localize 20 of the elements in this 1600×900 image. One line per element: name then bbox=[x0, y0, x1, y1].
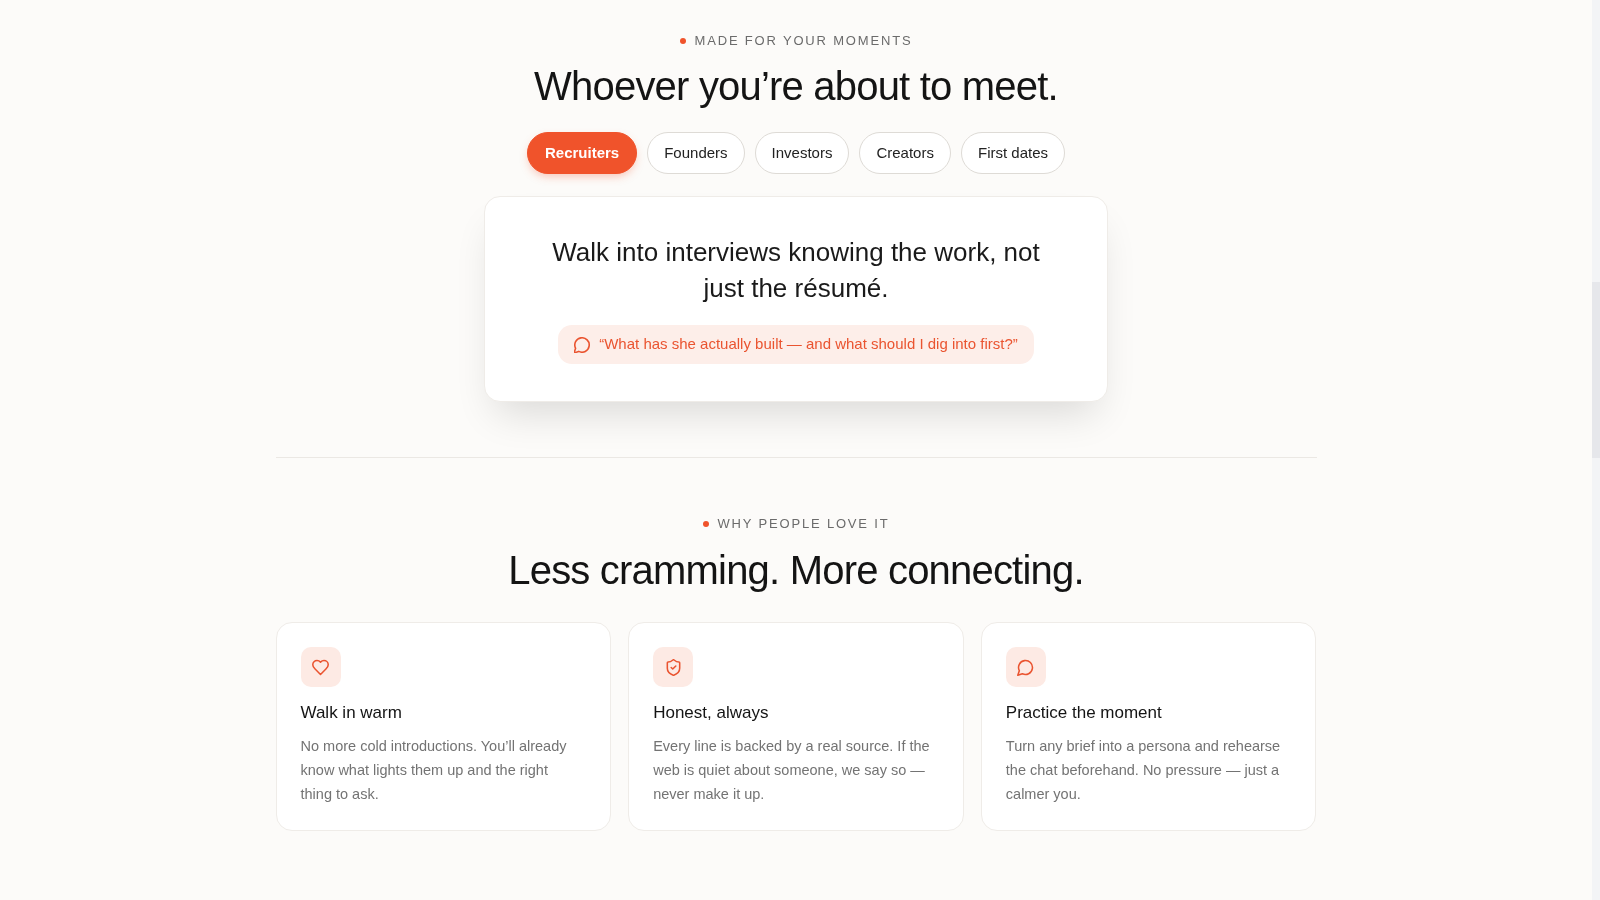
feature-description: Turn any brief into a persona and rehearse the chat beforehand. No pressure — just a calmer you. bbox=[1005, 737, 1282, 804]
audience-tab[interactable]: Founders bbox=[647, 132, 745, 174]
section-heading: Whoever you’re about to meet. bbox=[534, 63, 1058, 110]
audience-tab[interactable]: Investors bbox=[754, 132, 850, 174]
quote-text: “What has she actually built — and what should I dig into first?” bbox=[599, 334, 1018, 355]
section-heading: Less cramming. More connecting. bbox=[508, 547, 1084, 594]
shield-check-icon bbox=[653, 647, 694, 687]
feature-description: No more cold introductions. You’ll already know what lights them up and the right thing to ask. bbox=[300, 737, 568, 804]
feature-title: Practice the moment bbox=[1005, 702, 1162, 724]
section-eyebrow: MADE FOR YOUR MOMENTS bbox=[694, 33, 913, 49]
audience-tab[interactable]: Recruiters bbox=[527, 132, 638, 174]
scenario-headline: Walk into interviews knowing the work, not just the résumé. bbox=[551, 236, 1041, 305]
feature-description: Every line is backed by a real source. If the web is quiet about someone, we say so — never make it up. bbox=[653, 737, 931, 804]
audience-tab[interactable]: First dates bbox=[960, 132, 1065, 174]
chat-bubble-icon bbox=[1005, 647, 1046, 687]
feature-title: Honest, always bbox=[653, 702, 769, 724]
feature-title: Walk in warm bbox=[300, 702, 402, 724]
audience-tab[interactable]: Creators bbox=[859, 132, 951, 174]
section-eyebrow: WHY PEOPLE LOVE IT bbox=[717, 516, 890, 532]
chat-bubble-icon bbox=[574, 336, 591, 353]
